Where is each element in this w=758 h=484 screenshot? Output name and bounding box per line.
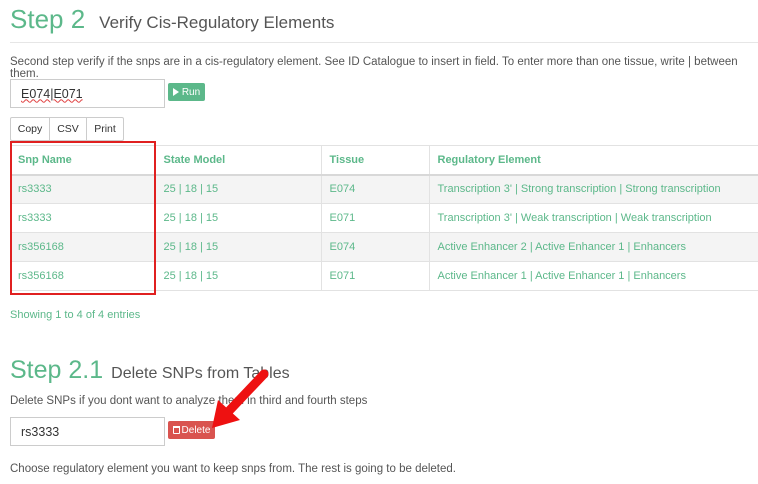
trash-icon xyxy=(172,426,180,434)
step-2-1-description: Delete SNPs if you dont want to analyze … xyxy=(10,395,368,407)
tissue-cell: E074 xyxy=(320,232,429,262)
snp-delete-input-value: rs3333 xyxy=(21,424,60,439)
column-header-regulatory-element[interactable]: Regulatory Element xyxy=(428,145,758,176)
state-model-cell: 25 | 18 | 15 xyxy=(154,261,321,291)
regulatory-element-cell: Transcription 3' | Weak transcription | … xyxy=(428,203,758,233)
step-2-description: Second step verify if the snps are in a … xyxy=(10,56,738,80)
snp-delete-input[interactable]: rs3333 xyxy=(10,417,165,446)
tissue-input[interactable]: E074|E071 xyxy=(10,79,165,108)
regulatory-element-cell: Active Enhancer 1 | Active Enhancer 1 | … xyxy=(428,261,758,291)
state-model-cell: 25 | 18 | 15 xyxy=(154,203,321,233)
red-arrow-icon xyxy=(212,369,269,428)
state-model-cell: 25 | 18 | 15 xyxy=(154,174,321,204)
tissue-cell: E071 xyxy=(320,261,429,291)
table-info: Showing 1 to 4 of 4 entries xyxy=(10,309,141,321)
header-divider xyxy=(10,42,758,43)
regulatory-element-cell: Active Enhancer 2 | Active Enhancer 1 | … xyxy=(428,232,758,262)
column-header-tissue[interactable]: Tissue xyxy=(320,145,429,176)
csv-button[interactable]: CSV xyxy=(49,117,87,141)
print-button[interactable]: Print xyxy=(86,117,124,141)
copy-button[interactable]: Copy xyxy=(10,117,50,141)
tissue-cell: E074 xyxy=(320,174,429,204)
export-button-group: Copy CSV Print xyxy=(10,117,124,141)
regulatory-element-cell: Transcription 3' | Strong transcription … xyxy=(428,174,758,204)
play-icon xyxy=(172,88,179,96)
step-2-header: Step 2 Verify Cis-Regulatory Elements xyxy=(10,4,334,35)
run-button[interactable]: Run xyxy=(168,83,205,101)
run-button-label: Run xyxy=(181,86,201,98)
step-2-1-number: Step 2.1 xyxy=(10,356,104,384)
snp-column-highlight-box xyxy=(10,141,156,295)
column-header-state-model[interactable]: State Model xyxy=(154,145,321,176)
tissue-input-value: E074|E071 xyxy=(21,86,83,101)
tissue-cell: E071 xyxy=(320,203,429,233)
step-2-title: Verify Cis-Regulatory Elements xyxy=(99,13,335,32)
step-3-description: Choose regulatory element you want to ke… xyxy=(10,463,456,475)
step-2-number: Step 2 xyxy=(10,4,86,34)
state-model-cell: 25 | 18 | 15 xyxy=(154,232,321,262)
